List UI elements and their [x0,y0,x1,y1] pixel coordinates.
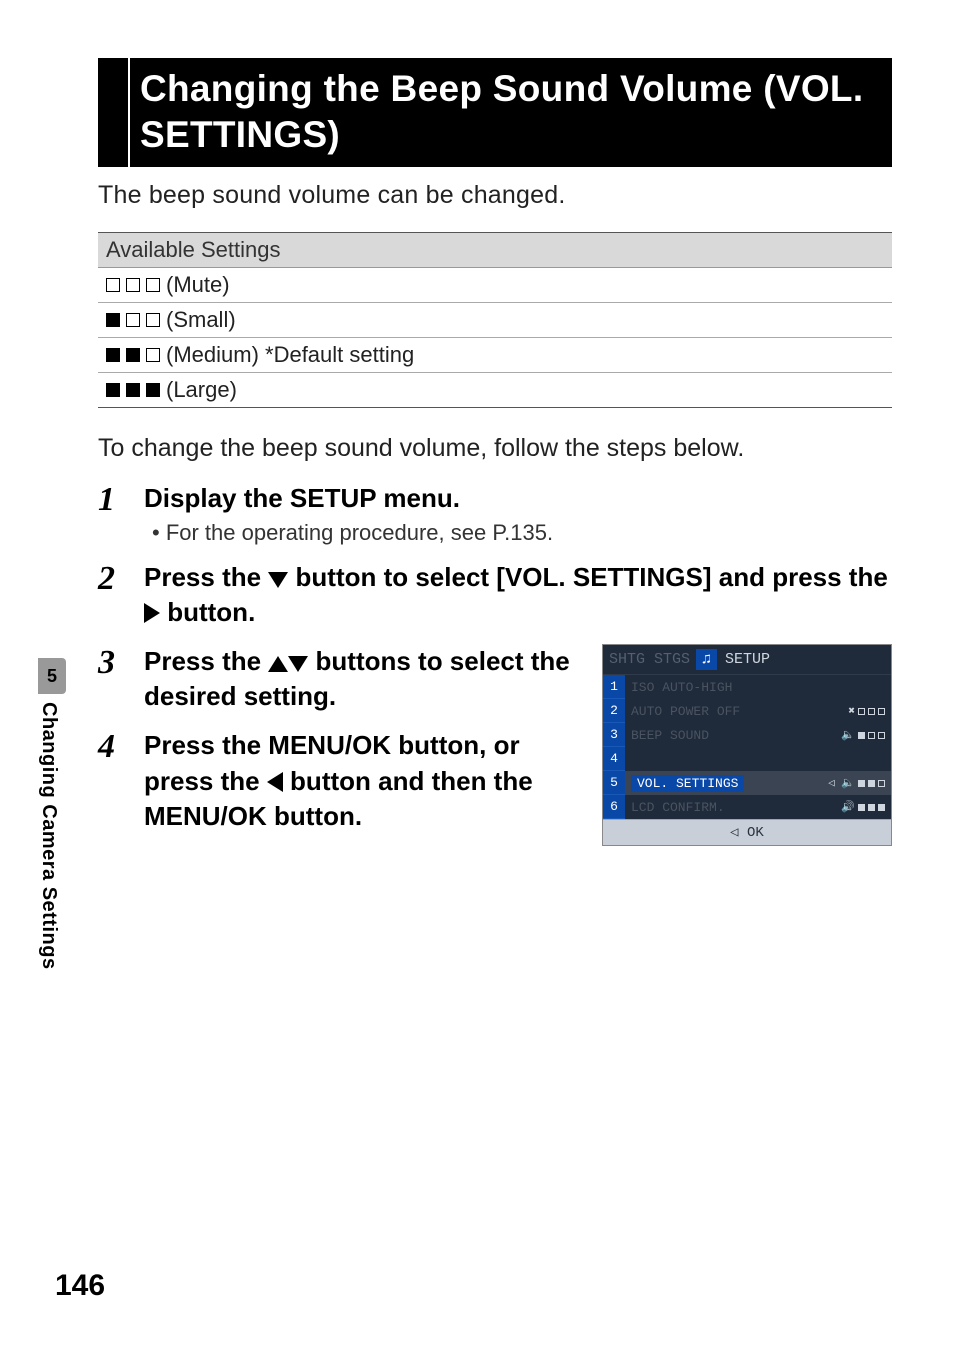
filled-square-icon [126,383,140,397]
lcd-rows: ISO AUTO-HIGH AUTO POWER OFF ✖ BEEP SOUND 🔈 V… [625,675,891,819]
empty-square-icon [146,313,160,327]
lcd-row-value: ✖ [848,704,885,718]
lcd-row-value: 🔊 [841,800,885,814]
chapter-caption: Changing Camera Settings [37,702,60,970]
lcd-row-label: BEEP SOUND [631,728,709,743]
filled-square-icon [106,313,120,327]
empty-square-icon [878,732,885,739]
step-text-c: button. [160,597,255,627]
title-marker [98,58,128,167]
step-3: 3 Press the buttons to select the desire… [98,644,584,714]
empty-square-icon [878,780,885,787]
lcd-row [625,747,891,771]
intro-text: The beep sound volume can be changed. [98,181,892,210]
step-title: Press the buttons to select the desired … [144,644,584,714]
filled-square-icon [858,804,865,811]
settings-row: (Small) [98,303,892,338]
lcd-row-value: 🔈 [841,728,885,742]
settings-row-label: (Mute) [166,272,230,298]
available-settings-table: Available Settings (Mute) (Small) (Mediu… [98,232,892,408]
page-number: 146 [55,1269,105,1303]
filled-square-icon [146,383,160,397]
left-arrow-icon [267,772,283,792]
step-title: Display the SETUP menu. [144,481,892,516]
lcd-row-number: 1 [603,675,625,699]
lcd-row-label: VOL. SETTINGS [631,775,744,792]
empty-square-icon [126,278,140,292]
settings-row: (Large) [98,373,892,408]
speaker-icon: ◁ 🔈 [828,776,855,790]
steps-list: 1 Display the SETUP menu. • For the oper… [98,481,892,848]
step-subtext: • For the operating procedure, see P.135… [144,520,892,546]
step-text-a: Press the [144,562,268,592]
lcd-row-label: ISO AUTO-HIGH [631,680,732,695]
camera-lcd-screenshot: SHTG STGS ♫ SETUP 123456 ISO AUTO-HIGH AU… [602,644,892,846]
step-title: Press the button to select [VOL. SETTING… [144,560,892,630]
speaker-icon: 🔊 [841,800,855,814]
section-title: Changing the Beep Sound Volume (VOL. SET… [98,58,892,167]
lcd-row-label: LCD CONFIRM. [631,800,725,815]
step-text-b: button to select [VOL. SETTINGS] and pre… [288,562,888,592]
lcd-tab-dim: SHTG STGS [603,651,696,668]
step-number: 4 [98,728,144,764]
title-text: Changing the Beep Sound Volume (VOL. SET… [130,58,892,167]
lcd-row-number: 2 [603,699,625,723]
step-number: 3 [98,644,144,680]
lcd-row: BEEP SOUND 🔈 [625,723,891,747]
lcd-row-numbers: 123456 [603,675,625,819]
filled-square-icon [868,780,875,787]
settings-row: (Medium) *Default setting [98,338,892,373]
settings-row: (Mute) [98,268,892,303]
lcd-row-selected: VOL. SETTINGS ◁ 🔈 [625,771,891,795]
empty-square-icon [858,708,865,715]
filled-square-icon [878,804,885,811]
lcd-row-number: 6 [603,795,625,819]
lcd-row: LCD CONFIRM. 🔊 [625,795,891,819]
filled-square-icon [858,732,865,739]
up-arrow-icon [268,656,288,672]
filled-square-icon [858,780,865,787]
lcd-tab-setup: SETUP [717,651,891,668]
empty-square-icon [878,708,885,715]
lcd-bottom-bar: ◁ OK [603,819,891,845]
empty-square-icon [106,278,120,292]
step-4: 4 Press the MENU/OK button, or press the… [98,728,584,833]
down-arrow-icon [268,572,288,588]
lcd-tab-icon: ♫ [696,649,717,670]
step-text-a: Press the [144,646,268,676]
lcd-row-number: 5 [603,771,625,795]
lead-text: To change the beep sound volume, follow … [98,434,892,463]
empty-square-icon [868,732,875,739]
settings-row-label: (Small) [166,307,236,333]
filled-square-icon [106,383,120,397]
settings-header: Available Settings [98,232,892,268]
lcd-row-value: ◁ 🔈 [828,776,885,790]
filled-square-icon [126,348,140,362]
step-2: 2 Press the button to select [VOL. SETTI… [98,560,892,630]
filled-square-icon [868,804,875,811]
empty-square-icon [126,313,140,327]
lcd-tabs: SHTG STGS ♫ SETUP [603,645,891,675]
speaker-icon: ✖ [848,704,855,718]
step-number: 1 [98,481,144,517]
filled-square-icon [106,348,120,362]
empty-square-icon [146,278,160,292]
chapter-number-tab: 5 [38,658,66,694]
lcd-row-number: 3 [603,723,625,747]
lcd-row-number: 4 [603,747,625,771]
lcd-row-label: AUTO POWER OFF [631,704,740,719]
empty-square-icon [146,348,160,362]
empty-square-icon [868,708,875,715]
step-number: 2 [98,560,144,596]
right-arrow-icon [144,603,160,623]
lcd-row: ISO AUTO-HIGH [625,675,891,699]
lcd-row: AUTO POWER OFF ✖ [625,699,891,723]
step-1: 1 Display the SETUP menu. • For the oper… [98,481,892,546]
settings-row-label: (Large) [166,377,237,403]
down-arrow-icon [288,656,308,672]
step-title: Press the MENU/OK button, or press the b… [144,728,584,833]
settings-row-label: (Medium) *Default setting [166,342,414,368]
speaker-icon: 🔈 [841,728,855,742]
